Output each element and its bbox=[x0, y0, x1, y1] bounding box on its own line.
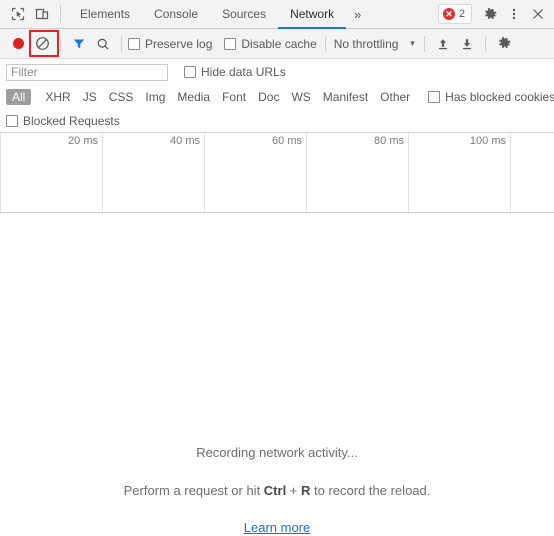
tab-bar-divider bbox=[60, 5, 61, 23]
record-indicator bbox=[12, 38, 24, 49]
blocked-requests-row: Blocked Requests bbox=[0, 109, 554, 133]
toolbar-divider-5 bbox=[485, 35, 487, 52]
devtools-tab-bar: Elements Console Sources Network » ✕ 2 bbox=[0, 0, 554, 29]
has-blocked-cookies-label: Has blocked cookies bbox=[445, 90, 554, 104]
hint-plus: + bbox=[286, 483, 302, 498]
recording-status-text: Recording network activity... bbox=[196, 445, 358, 460]
type-chip-css[interactable]: CSS bbox=[103, 89, 140, 105]
tab-bar-left-icons bbox=[0, 0, 58, 28]
timeline-tick-label: 60 ms bbox=[272, 135, 302, 147]
funnel-filter-icon[interactable] bbox=[67, 32, 91, 56]
throttling-value: No throttling bbox=[333, 36, 399, 51]
timeline-tick-cell: 20 ms bbox=[0, 133, 103, 212]
hint-suffix: to record the reload. bbox=[310, 483, 431, 498]
hide-data-urls-box bbox=[184, 66, 196, 78]
timeline-tick-cell: 80 ms bbox=[307, 133, 409, 212]
panel-tabs: Elements Console Sources Network » bbox=[64, 0, 438, 29]
inspect-cursor-icon[interactable] bbox=[6, 2, 30, 26]
type-chip-manifest[interactable]: Manifest bbox=[317, 89, 374, 105]
type-chip-xhr[interactable]: XHR bbox=[39, 89, 76, 105]
hint-key-ctrl: Ctrl bbox=[263, 483, 287, 498]
tab-network[interactable]: Network bbox=[278, 0, 347, 29]
more-tabs-chevron-icon[interactable]: » bbox=[346, 0, 369, 28]
tab-elements-label: Elements bbox=[80, 7, 131, 21]
network-settings-gear-icon[interactable] bbox=[492, 32, 516, 56]
timeline-tick-cell bbox=[511, 133, 554, 212]
preserve-log-box bbox=[128, 37, 140, 50]
timeline-tick-label: 20 ms bbox=[68, 135, 98, 147]
timeline-tick-cell: 60 ms bbox=[205, 133, 307, 212]
export-har-icon[interactable] bbox=[455, 32, 479, 56]
tab-console[interactable]: Console bbox=[142, 0, 210, 28]
type-chip-ws[interactable]: WS bbox=[285, 89, 316, 105]
disable-cache-checkbox[interactable]: Disable cache bbox=[224, 36, 317, 51]
tab-sources[interactable]: Sources bbox=[210, 0, 278, 28]
timeline-tick-cell: 100 ms bbox=[409, 133, 511, 212]
resource-type-filters: All XHR JS CSS Img Media Font Doc WS Man… bbox=[0, 85, 554, 109]
hide-data-urls-label: Hide data URLs bbox=[201, 65, 286, 79]
type-chip-all[interactable]: All bbox=[6, 89, 32, 105]
device-toolbar-icon[interactable] bbox=[30, 2, 54, 26]
tab-console-label: Console bbox=[154, 7, 199, 21]
blocked-requests-checkbox[interactable]: Blocked Requests bbox=[6, 114, 120, 128]
disable-cache-box bbox=[224, 37, 237, 50]
throttling-dropdown[interactable]: No throttling ▼ bbox=[332, 37, 419, 51]
preserve-log-label: Preserve log bbox=[145, 36, 213, 51]
blocked-requests-box bbox=[6, 114, 18, 127]
network-toolbar: Preserve log Disable cache No throttling… bbox=[0, 29, 554, 59]
hint-key-r: R bbox=[301, 483, 311, 498]
empty-state-message: Recording network activity... Perform a … bbox=[0, 445, 554, 535]
timeline-tick-label: 100 ms bbox=[469, 135, 506, 147]
toolbar-divider-4 bbox=[424, 35, 426, 52]
devtools-window: Elements Console Sources Network » ✕ 2 P… bbox=[0, 0, 554, 536]
timeline-tick-label: 80 ms bbox=[374, 135, 404, 147]
empty-state-hint: Perform a request or hit Ctrl + R to rec… bbox=[0, 483, 554, 498]
blocked-requests-label: Blocked Requests bbox=[23, 113, 120, 128]
gear-icon[interactable] bbox=[478, 2, 502, 26]
filter-input[interactable] bbox=[6, 63, 168, 81]
tab-elements[interactable]: Elements bbox=[68, 0, 142, 28]
type-chip-js[interactable]: JS bbox=[77, 89, 103, 105]
toolbar-divider-1 bbox=[60, 35, 61, 52]
toolbar-divider-2 bbox=[121, 35, 122, 52]
hide-data-urls-checkbox[interactable]: Hide data URLs bbox=[184, 65, 286, 79]
error-count-label: 2 bbox=[458, 8, 465, 20]
search-icon[interactable] bbox=[91, 32, 115, 56]
kebab-menu-icon[interactable] bbox=[502, 2, 526, 26]
has-blocked-cookies-box bbox=[428, 91, 441, 103]
timeline-tick-label: 40 ms bbox=[170, 135, 200, 147]
tab-sources-label: Sources bbox=[222, 7, 267, 21]
has-blocked-cookies-checkbox[interactable]: Has blocked cookies bbox=[428, 90, 554, 104]
import-har-icon[interactable] bbox=[431, 32, 455, 56]
type-chip-img[interactable]: Img bbox=[139, 89, 171, 105]
toolbar-divider-3 bbox=[324, 35, 326, 52]
type-chip-font[interactable]: Font bbox=[216, 89, 252, 105]
type-chip-doc[interactable]: Doc bbox=[252, 89, 285, 105]
learn-more-link[interactable]: Learn more bbox=[244, 520, 310, 535]
preserve-log-checkbox[interactable]: Preserve log bbox=[128, 37, 212, 51]
filter-row: Hide data URLs bbox=[0, 59, 554, 85]
type-chip-other[interactable]: Other bbox=[374, 89, 416, 105]
tab-network-label: Network bbox=[290, 7, 335, 21]
clear-circle-slash-icon[interactable] bbox=[30, 32, 54, 56]
hint-prefix: Perform a request or hit bbox=[123, 483, 264, 498]
disable-cache-label: Disable cache bbox=[241, 36, 317, 51]
error-x-icon: ✕ bbox=[442, 8, 455, 20]
timeline-tick-cell: 40 ms bbox=[103, 133, 205, 212]
tab-bar-right-icons: ✕ 2 bbox=[437, 0, 554, 28]
record-stop-icon[interactable] bbox=[6, 32, 30, 56]
error-count-badge[interactable]: ✕ 2 bbox=[437, 4, 472, 24]
type-chip-media[interactable]: Media bbox=[171, 89, 216, 105]
network-overview-timeline[interactable]: 20 ms 40 ms 60 ms 80 ms 100 ms bbox=[0, 133, 554, 213]
chevron-down-icon: ▼ bbox=[408, 39, 417, 48]
request-list-empty-area: Recording network activity... Perform a … bbox=[0, 213, 554, 536]
close-icon[interactable] bbox=[526, 2, 550, 26]
